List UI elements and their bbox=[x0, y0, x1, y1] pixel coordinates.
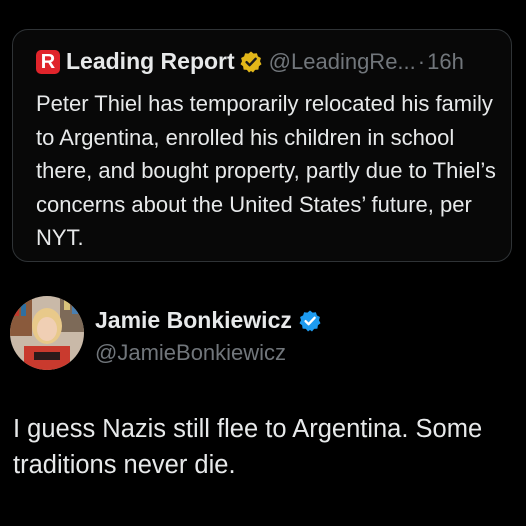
quoted-post-time[interactable]: 16h bbox=[427, 49, 464, 75]
verified-gold-icon bbox=[239, 50, 263, 74]
quoted-author-handle[interactable]: @LeadingRe... bbox=[269, 49, 416, 75]
avatar[interactable] bbox=[10, 296, 84, 370]
quoted-post-card[interactable]: R Leading Report @LeadingRe... · 16h Pet… bbox=[12, 29, 512, 262]
post-text: I guess Nazis still flee to Argentina. S… bbox=[13, 415, 483, 479]
leading-report-logo-icon[interactable]: R bbox=[36, 49, 60, 74]
post-author-handle[interactable]: @JamieBonkiewicz bbox=[95, 340, 322, 366]
post-author-meta: Jamie Bonkiewicz @JamieBonkiewicz bbox=[95, 307, 322, 366]
separator-dot: · bbox=[417, 48, 426, 74]
quoted-post-text: Peter Thiel has temporarily relocated hi… bbox=[36, 91, 496, 250]
brand-letter: R bbox=[40, 50, 56, 73]
post-author-name[interactable]: Jamie Bonkiewicz bbox=[95, 307, 292, 334]
post-author-row: Jamie Bonkiewicz @JamieBonkiewicz bbox=[10, 296, 322, 370]
quoted-author-name[interactable]: Leading Report bbox=[66, 48, 235, 75]
author-name-line: Jamie Bonkiewicz bbox=[95, 307, 322, 334]
verified-blue-icon bbox=[298, 309, 322, 333]
quoted-post-header: R Leading Report @LeadingRe... · 16h bbox=[36, 48, 464, 75]
